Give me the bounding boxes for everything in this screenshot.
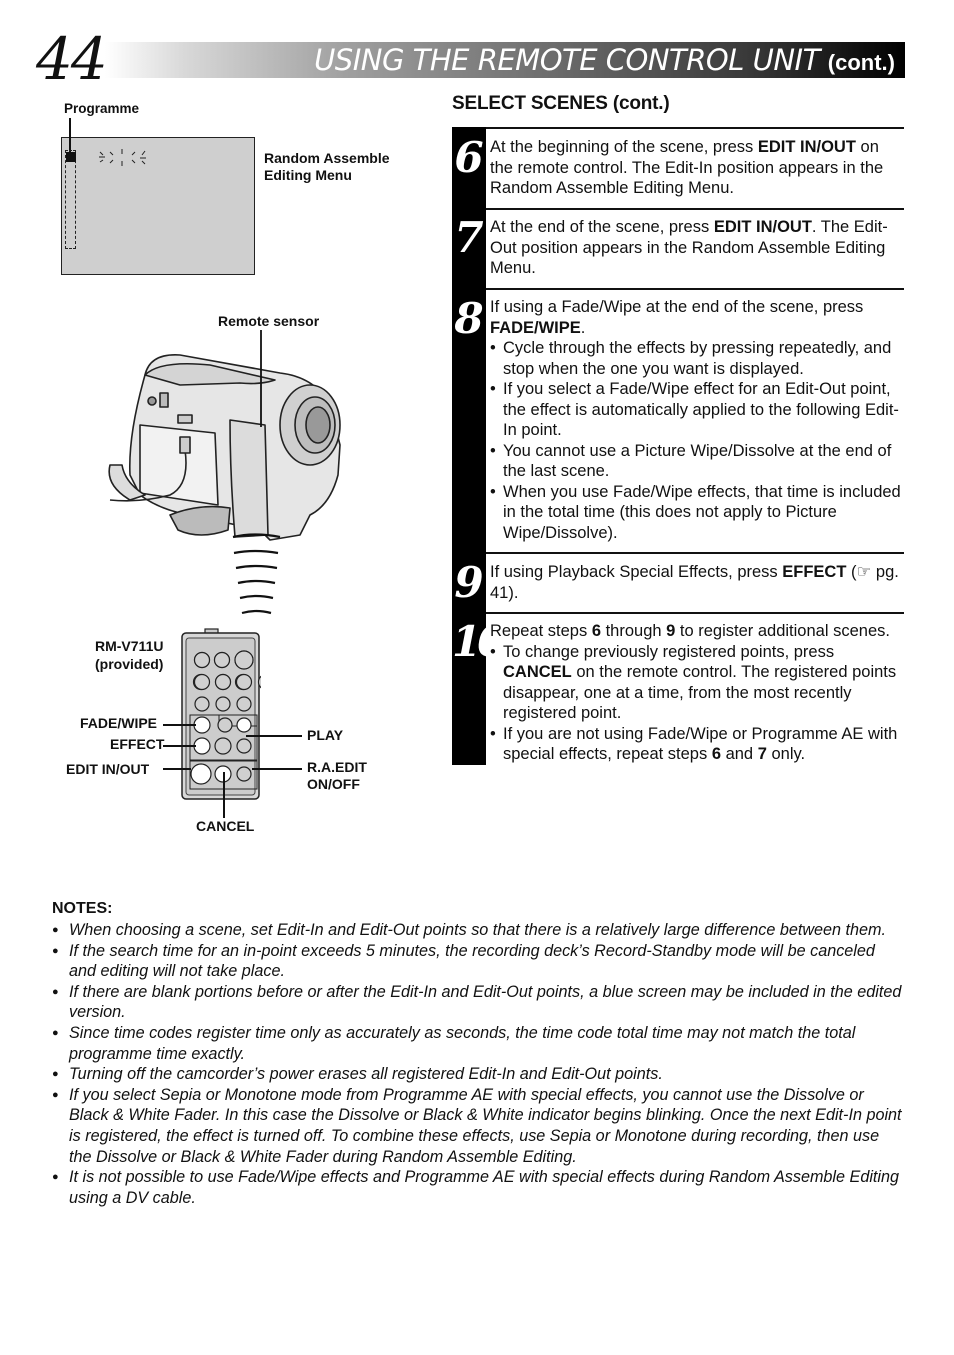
title-bar: USING THE REMOTE CONTROL UNIT (cont.)	[105, 42, 905, 78]
step-10-bullets: To change previously registered points, …	[490, 642, 905, 765]
step-number: 6	[454, 133, 484, 182]
ra-edit-leader	[252, 768, 302, 770]
page-title: USING THE REMOTE CONTROL UNIT (cont.)	[314, 42, 895, 78]
camcorder-illustration	[108, 330, 341, 615]
remote-model-note: (provided)	[95, 656, 164, 672]
blinking-indicator-icon	[99, 149, 146, 166]
step-divider	[486, 288, 904, 290]
bullet-item: To change previously registered points, …	[490, 642, 905, 724]
fade-wipe-label: FADE/WIPE	[80, 715, 158, 731]
effect-leader	[163, 745, 196, 747]
cancel-leader	[223, 772, 225, 818]
step-divider	[486, 612, 904, 614]
step-number: 7	[454, 213, 484, 262]
ra-edit-label: R.A.EDIT	[307, 759, 367, 775]
step-10: Repeat steps 6 through 9 to register add…	[490, 621, 905, 765]
step-number: 9	[454, 558, 484, 607]
edit-in-out-label: EDIT IN/OUT	[66, 761, 150, 777]
notes-list: When choosing a scene, set Edit-In and E…	[52, 920, 902, 1208]
edit-in-out-leader	[163, 768, 191, 770]
step-number: 8	[454, 294, 484, 343]
page-number: 44	[36, 25, 108, 93]
programme-marker	[66, 152, 76, 162]
fade-wipe-leader	[163, 724, 196, 726]
step-6-text: At the beginning of the scene, press EDI…	[490, 138, 884, 197]
step-9-text: If using Playback Special Effects, press…	[490, 563, 899, 602]
step-8-bullets: Cycle through the effects by pressing re…	[490, 338, 905, 543]
page-title-suffix: (cont.)	[827, 50, 895, 75]
note-item: Turning off the camcorder’s power erases…	[52, 1064, 902, 1085]
programme-column	[65, 150, 76, 249]
infrared-wave-icon	[232, 533, 281, 615]
step-divider	[486, 208, 904, 210]
editing-menu-screen	[61, 137, 255, 275]
step-8-text: If using a Fade/Wipe at the end of the s…	[490, 298, 864, 337]
play-label: PLAY	[307, 727, 344, 743]
notes-title: NOTES:	[52, 900, 113, 917]
ra-edit-label-line2: ON/OFF	[307, 776, 360, 792]
effect-label: EFFECT	[110, 736, 165, 752]
step-divider	[486, 127, 904, 129]
page-title-main: USING THE REMOTE CONTROL UNIT	[314, 43, 820, 77]
remote-buttons	[189, 650, 258, 790]
menu-label-line2: Editing Menu	[264, 167, 352, 183]
step-10-text: Repeat steps 6 through 9 to register add…	[490, 622, 890, 640]
note-item: It is not possible to use Fade/Wipe effe…	[52, 1167, 902, 1208]
programme-label: Programme	[64, 101, 140, 116]
section-title: SELECT SCENES (cont.)	[452, 93, 670, 114]
step-7: At the end of the scene, press EDIT IN/O…	[490, 217, 905, 279]
note-item: When choosing a scene, set Edit-In and E…	[52, 920, 902, 941]
bullet-item: When you use Fade/Wipe effects, that tim…	[490, 482, 905, 544]
step-8: If using a Fade/Wipe at the end of the s…	[490, 297, 905, 543]
step-divider	[486, 552, 904, 554]
note-item: If there are blank portions before or af…	[52, 982, 902, 1023]
bullet-item: If you are not using Fade/Wipe or Progra…	[490, 724, 905, 765]
menu-label-line1: Random Assemble	[264, 150, 390, 166]
step-number: 10	[452, 617, 506, 666]
play-leader	[246, 735, 302, 737]
step-6: At the beginning of the scene, press EDI…	[490, 137, 905, 199]
bullet-item: Cycle through the effects by pressing re…	[490, 338, 905, 379]
note-item: If the search time for an in-point excee…	[52, 941, 902, 982]
step-9: If using Playback Special Effects, press…	[490, 562, 905, 603]
programme-pointer-line	[69, 118, 71, 154]
note-item: Since time codes register time only as a…	[52, 1023, 902, 1064]
remote-model-label: RM-V711U	[95, 638, 164, 654]
cancel-label: CANCEL	[196, 818, 255, 834]
step-7-text: At the end of the scene, press EDIT IN/O…	[490, 218, 888, 277]
bullet-item: If you select a Fade/Wipe effect for an …	[490, 379, 905, 441]
bullet-item: You cannot use a Picture Wipe/Dissolve a…	[490, 441, 905, 482]
note-item: If you select Sepia or Monotone mode fro…	[52, 1085, 902, 1167]
